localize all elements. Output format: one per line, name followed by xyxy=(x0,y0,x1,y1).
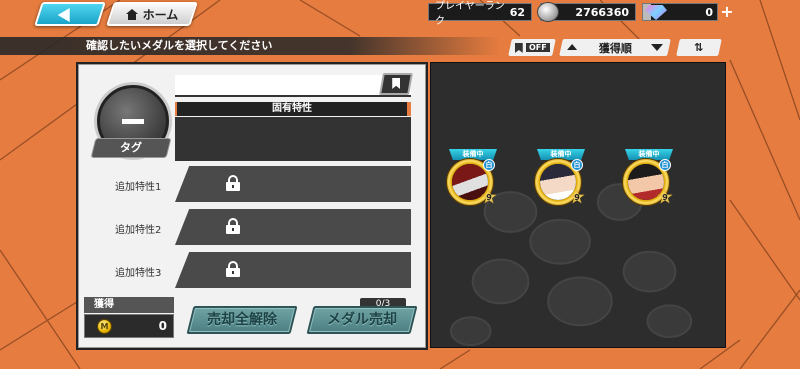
unique-trait-body xyxy=(175,117,411,161)
type-badge: 白 xyxy=(571,159,583,171)
tag-label: タグ xyxy=(120,141,142,154)
extra-trait-label: 追加特性1 xyxy=(115,182,162,193)
gem-value: 0 xyxy=(705,5,713,19)
type-badge: 白 xyxy=(483,159,495,171)
extra-trait-bar xyxy=(175,166,411,202)
medal-list-panel: 装備中 白 9 装備中 白 9 装備中 白 9 xyxy=(430,62,726,348)
type-badge: 白 xyxy=(659,159,671,171)
extra-trait-row[interactable]: 追加特性3 xyxy=(79,252,411,288)
sort-order-toggle[interactable]: ⇅ xyxy=(676,39,722,56)
sell-all-cancel-button[interactable]: 売却全解除 xyxy=(186,306,298,334)
coin-counter: 2766360 xyxy=(537,2,636,22)
unique-trait-header: 固有特性 xyxy=(175,102,411,116)
bookmark-icon xyxy=(515,43,523,53)
chevron-down-icon xyxy=(651,44,663,51)
medal-item[interactable]: 装備中 白 9 xyxy=(531,149,587,207)
sell-medal-button[interactable]: メダル売却 xyxy=(306,306,418,334)
sort-label: 獲得順 xyxy=(598,41,632,55)
medal-coin-icon: M xyxy=(97,319,112,334)
bookmark-filter-button[interactable]: OFF xyxy=(508,39,556,56)
lock-icon xyxy=(226,261,240,277)
extra-trait-row[interactable]: 追加特性1 xyxy=(79,166,411,202)
lock-icon xyxy=(226,218,240,234)
coin-value: 2766360 xyxy=(575,5,629,19)
triangle-up-icon xyxy=(567,44,578,50)
player-rank: プレイヤーランク 62 xyxy=(428,1,532,27)
sell-medal-label: メダル売却 xyxy=(327,312,397,328)
home-icon xyxy=(126,9,138,20)
bookmark-filter-state: OFF xyxy=(525,43,550,52)
add-gems-button[interactable]: + xyxy=(720,4,734,20)
back-button[interactable] xyxy=(34,2,106,26)
gem-counter: 0 xyxy=(642,3,718,21)
medal-item[interactable]: 装備中 白 9 xyxy=(619,149,675,207)
acquire-value-box: M 0 xyxy=(84,314,174,338)
bookmark-icon xyxy=(392,78,400,89)
medal-item[interactable]: 装備中 白 9 xyxy=(443,149,499,207)
player-rank-label: プレイヤーランク xyxy=(435,1,505,27)
medal-name-field xyxy=(175,75,411,97)
home-button-label: ホーム xyxy=(142,7,179,22)
minus-icon xyxy=(122,118,144,124)
extra-trait-label: 追加特性2 xyxy=(115,225,162,236)
extra-trait-bar xyxy=(175,209,411,245)
sort-order-icon: ⇅ xyxy=(694,41,704,54)
home-button[interactable]: ホーム xyxy=(106,2,198,26)
instruction-text: 確認したいメダルを選択してください xyxy=(0,37,500,55)
lock-icon xyxy=(226,175,240,191)
sort-dropdown[interactable]: 獲得順 xyxy=(559,39,671,56)
extra-trait-row[interactable]: 追加特性2 xyxy=(79,209,411,245)
acquire-label: 獲得 xyxy=(84,297,174,313)
tag-button[interactable]: タグ xyxy=(90,138,172,158)
extra-trait-bar xyxy=(175,252,411,288)
silver-coin-icon xyxy=(537,2,559,22)
sell-all-cancel-label: 売却全解除 xyxy=(207,312,277,328)
arrow-left-icon xyxy=(57,8,70,22)
acquire-value: 0 xyxy=(158,319,167,333)
extra-trait-label: 追加特性3 xyxy=(115,268,162,279)
player-rank-value: 62 xyxy=(509,5,525,19)
bookmark-button[interactable] xyxy=(379,73,413,95)
